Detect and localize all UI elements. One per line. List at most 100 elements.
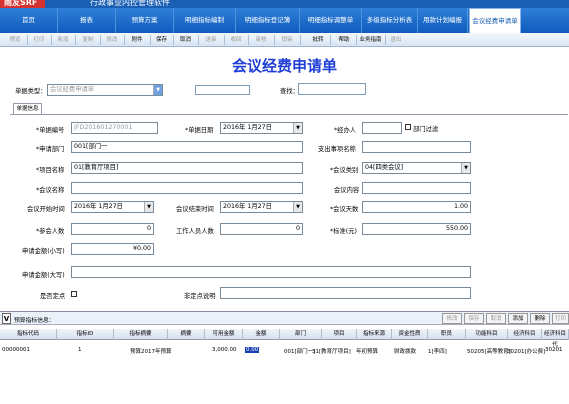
end-time-value: 2016年 1月27日 [223, 203, 272, 210]
col-indicator-summary-cell[interactable]: 预算2017年预算 [130, 347, 172, 355]
nav-usage-plan[interactable]: 用款计划编报 [418, 8, 468, 33]
col-amount-header[interactable]: 金额 [243, 329, 280, 340]
col-amount-cell[interactable]: 0.00 [245, 347, 260, 353]
toolbar-separator [300, 35, 301, 45]
meeting-content-field[interactable] [362, 182, 471, 194]
col-indicator-id-header[interactable]: 指标ID [57, 329, 114, 340]
grid-add-button[interactable]: 添加 [508, 313, 528, 324]
col-summary-header[interactable]: 摘要 [168, 329, 205, 340]
handler-field[interactable] [362, 122, 402, 134]
col-indicator-code-cell[interactable]: 00000001 [2, 347, 30, 353]
col-project-cell[interactable]: 31[教育厅项目] [312, 347, 351, 355]
save-button[interactable]: 保存 [151, 33, 172, 47]
col-source-header[interactable]: 指标来源 [357, 329, 392, 340]
chevron-down-icon[interactable]: ▼ [144, 202, 153, 212]
amount-big-label: 申请金额(大写) [22, 272, 65, 279]
exit-button[interactable]: 退出 [386, 33, 406, 47]
non-fixed-field[interactable] [220, 287, 471, 299]
recall-button[interactable]: 收回 [225, 33, 247, 47]
new-button[interactable]: 新增 [52, 33, 74, 47]
title-bar: 雨友SRF 行政事业内控管理软件 [0, 0, 569, 8]
standard-field[interactable]: 550.00 [362, 223, 471, 235]
nav-bar: 首页 报表 预算方案 明细指标编制 明细指标登记簿 明细指标调整单 多级指标分析… [0, 8, 569, 33]
start-time-value: 2016年 1月27日 [74, 203, 123, 210]
chevron-down-icon[interactable]: ▼ [153, 85, 162, 95]
col-project-header[interactable]: 项目 [322, 329, 357, 340]
col-fund-nature-cell[interactable]: 财政拨款 [394, 347, 416, 355]
dept-filter-checkbox[interactable] [405, 124, 411, 130]
grid-print-button[interactable]: 打印 [552, 313, 569, 324]
col-indicator-code-header[interactable]: 指标代码 [0, 329, 57, 340]
col-func-subject-cell[interactable]: 50205[高等教育] [467, 347, 511, 355]
attachment-button[interactable]: 附件 [125, 33, 149, 47]
modify-button[interactable]: 修改 [101, 33, 123, 47]
col-staff-header[interactable]: 职员 [428, 329, 466, 340]
doc-no-field[interactable]: JFD201601270001 [71, 122, 158, 134]
fixed-point-checkbox[interactable] [71, 291, 77, 297]
nav-meeting-expense[interactable]: 会议经费申请单 [469, 8, 521, 33]
nav-detail-adjust[interactable]: 明细指标调整单 [300, 8, 362, 33]
nav-detail-compile[interactable]: 明细指标编制 [174, 8, 236, 33]
col-econ-subject-cell[interactable]: 30201[办公费] [507, 347, 545, 355]
amount-small-label: 申请金额(小写) [22, 248, 65, 255]
grid-cancel-button[interactable]: 取消 [486, 313, 506, 324]
meeting-type-label: *会议类别 [330, 167, 359, 174]
search-input[interactable] [298, 83, 366, 95]
nav-budget-plan[interactable]: 预算方案 [116, 8, 174, 33]
dept-field[interactable]: 001[部门一 [71, 141, 303, 153]
days-field[interactable]: 1.00 [362, 201, 471, 213]
chevron-down-icon[interactable]: ▼ [293, 202, 302, 212]
col-dept-header[interactable]: 部门 [280, 329, 322, 340]
col-dept-cell[interactable]: 001[部门一] [284, 347, 315, 355]
tab-doc-info[interactable]: 单据信息 [13, 103, 42, 114]
end-time-field[interactable]: 2016年 1月27日 ▼ [220, 201, 303, 213]
meeting-name-field[interactable] [71, 182, 303, 194]
guide-button[interactable]: 业务指南 [357, 33, 384, 47]
col-indicator-id-cell[interactable]: 1 [78, 347, 82, 353]
col-indicator-summary-header[interactable]: 指标摘要 [114, 329, 168, 340]
staff-field[interactable]: 0 [220, 223, 303, 235]
chevron-down-icon[interactable]: ▼ [461, 163, 470, 173]
project-field[interactable]: 01[教育厅项目] [71, 162, 303, 174]
col-econ-subject-header[interactable]: 经济科目 [508, 329, 542, 340]
chevron-down-icon[interactable]: ▼ [293, 123, 302, 133]
nav-detail-register[interactable]: 明细指标登记簿 [236, 8, 300, 33]
nav-multi-analysis[interactable]: 多级指标分析表 [362, 8, 418, 33]
cancel-button[interactable]: 取消 [174, 33, 197, 47]
amount-small-field[interactable]: ¥0.00 [71, 243, 154, 255]
toolbar: 预览 打印 新增 复制 修改 附件 保存 取消 送审 收回 审核 销审 批转 帮助 业务指南 退出 [0, 33, 569, 47]
attendees-field[interactable]: 0 [71, 223, 154, 235]
col-staff-cell[interactable]: 1[李四] [428, 347, 447, 355]
expense-item-field[interactable] [362, 141, 471, 153]
nav-home[interactable]: 首页 [0, 8, 58, 33]
nav-reports[interactable]: 报表 [58, 8, 116, 33]
doc-type-select[interactable]: 会议经费申请单 ▼ [47, 84, 163, 96]
doc-type-extra-field[interactable] [195, 85, 250, 95]
preview-button[interactable]: 预览 [4, 33, 26, 47]
unreview-button[interactable]: 销审 [275, 33, 299, 47]
help-button[interactable]: 帮助 [333, 33, 355, 47]
col-func-subject-header[interactable]: 功能科目 [466, 329, 508, 340]
grid-edit-button[interactable]: 修改 [442, 313, 462, 324]
print-button[interactable]: 打印 [28, 33, 50, 47]
copy-button[interactable]: 复制 [77, 33, 99, 47]
col-available-header[interactable]: 可用金额 [205, 329, 243, 340]
dept-filter-label: 部门过滤 [413, 126, 439, 133]
col-available-cell[interactable]: 3,000.00 [212, 347, 237, 353]
col-fund-nature-header[interactable]: 资金性质 [392, 329, 428, 340]
collapse-toggle-icon[interactable]: V [2, 313, 11, 324]
col-source-cell[interactable]: 年初预算 [356, 347, 378, 355]
start-time-label: 会议开始时间 [27, 206, 65, 213]
amount-big-field[interactable] [71, 266, 471, 278]
col-econ-code-cell[interactable]: 30201 [545, 347, 563, 353]
start-time-field[interactable]: 2016年 1月27日 ▼ [71, 201, 154, 213]
review-button[interactable]: 审核 [249, 33, 273, 47]
grid-save-button[interactable]: 保存 [464, 313, 484, 324]
col-econ-code-header[interactable]: 经济科目代 [542, 329, 569, 348]
submit-button[interactable]: 送审 [199, 33, 223, 47]
meeting-type-value: 04[四类会议] [365, 164, 404, 171]
grid-delete-button[interactable]: 删除 [530, 313, 550, 324]
batch-button[interactable]: 批转 [307, 33, 329, 47]
meeting-type-select[interactable]: 04[四类会议] ▼ [362, 162, 471, 174]
doc-date-field[interactable]: 2016年 1月27日 ▼ [220, 122, 303, 134]
